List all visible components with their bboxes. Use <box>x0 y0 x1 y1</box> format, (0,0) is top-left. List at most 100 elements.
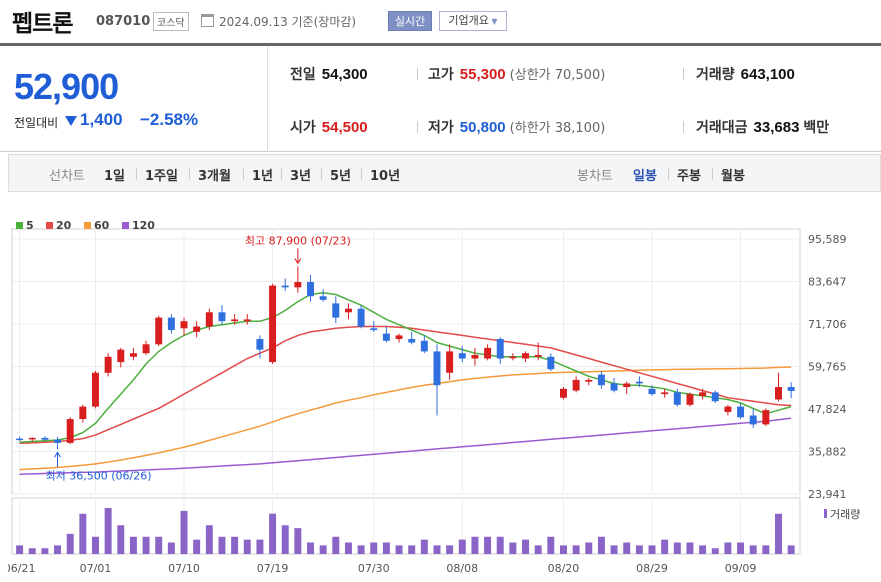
open-cell: 시가 54,500 <box>290 117 368 137</box>
candle-body <box>142 344 150 354</box>
candle-body <box>395 335 403 339</box>
high-label: 고가 <box>428 67 454 83</box>
open-value: 54,500 <box>321 119 368 136</box>
volume-bar <box>104 508 112 554</box>
tab-1y[interactable]: 1년 <box>252 165 273 184</box>
candle-body <box>433 351 441 386</box>
candle-body <box>117 349 125 363</box>
legend-label: 120 <box>132 219 155 232</box>
candle-body <box>724 406 732 412</box>
volume-bar <box>357 545 365 554</box>
calendar-icon <box>201 14 214 27</box>
volume-bar <box>572 545 580 554</box>
candle-body <box>623 383 631 388</box>
volume-bar <box>142 536 150 554</box>
ma-line-120 <box>19 417 792 475</box>
tab-3y[interactable]: 3년 <box>290 165 311 184</box>
candle-body <box>79 406 87 420</box>
high-annotation: 최고 87,900 (07/23) <box>245 234 351 247</box>
candle-body <box>66 419 74 443</box>
volume-bar <box>547 536 555 554</box>
y-tick-label: 59,765 <box>808 361 847 374</box>
volume-bar <box>193 539 201 554</box>
change-label: 전일대비 <box>14 116 59 130</box>
divider <box>417 68 418 80</box>
volume-bar <box>635 545 643 554</box>
volume-cell: 거래량 643,100 <box>696 64 795 84</box>
open-label: 시가 <box>290 120 316 136</box>
tab-5y[interactable]: 5년 <box>330 165 351 184</box>
candle-body <box>344 308 352 313</box>
company-overview-button[interactable]: 기업개요 ▼ <box>439 11 507 31</box>
volume-bar <box>458 539 466 554</box>
volume-bar <box>167 542 175 554</box>
candle-body <box>787 387 795 391</box>
divider <box>361 168 362 180</box>
candle-body <box>167 317 175 331</box>
prev-close-value: 54,300 <box>321 66 368 83</box>
tab-weekly[interactable]: 주봉 <box>677 165 701 184</box>
candle-body <box>648 388 656 395</box>
candle-body <box>269 285 277 363</box>
stock-code: 087010 <box>96 14 151 29</box>
y-tick-label: 95,589 <box>808 233 847 246</box>
volume-bar <box>673 542 681 554</box>
volume-bar <box>281 525 289 554</box>
x-tick-label: 07/10 <box>168 562 200 575</box>
candle-body <box>382 333 390 341</box>
realtime-button[interactable]: 실시간 <box>388 11 432 31</box>
divider <box>136 168 137 180</box>
legend-swatch <box>84 222 91 229</box>
volume-bar <box>307 542 314 554</box>
tab-monthly[interactable]: 월봉 <box>721 165 745 184</box>
low-annotation: 최저 36,500 (06/26) <box>46 469 152 482</box>
candle-body <box>92 372 99 407</box>
candlestick-chart: 23,941 35,882 47,824 59,765 71,706 83,647 95,5… <box>4 219 861 575</box>
candle-body <box>547 356 555 370</box>
candle-body <box>54 439 62 443</box>
candle-body <box>180 321 188 329</box>
amount-cell: 거래대금 33,683 백만 <box>696 117 829 137</box>
lower-limit: (하한가 38,100) <box>509 121 606 136</box>
x-tick-label: 09/09 <box>725 562 757 575</box>
low-cell: 저가 50,800 (하한가 38,100) <box>428 117 605 137</box>
volume-bar <box>54 545 62 554</box>
candle-body <box>496 338 504 359</box>
volume-bar <box>711 548 719 554</box>
upper-limit: (상한가 70,500) <box>509 68 606 83</box>
candle-body <box>218 312 226 322</box>
y-tick-label: 71,706 <box>808 318 847 331</box>
candle-body <box>256 338 264 350</box>
volume-bar <box>420 539 428 554</box>
divider <box>712 168 713 180</box>
stock-header: 펩트론 087010 코스닥 2024.09.13 기준(장마감) 실시간 기업… <box>0 0 881 44</box>
quote-panel: 52,900 전일대비 1,400 −2.58% 전일 54,300 고가 55,3… <box>0 46 881 152</box>
x-tick-label: 07/01 <box>80 562 112 575</box>
company-overview-label: 기업개요 <box>448 14 489 27</box>
y-tick-label: 23,941 <box>808 488 847 501</box>
low-value: 50,800 <box>459 119 506 136</box>
down-arrow-icon <box>65 116 77 126</box>
candle-body <box>332 303 340 318</box>
tab-3m[interactable]: 3개월 <box>198 165 231 184</box>
candle-body <box>41 437 49 440</box>
high-value: 55,300 <box>459 66 506 83</box>
tab-10y[interactable]: 10년 <box>370 165 400 184</box>
tab-1d[interactable]: 1일 <box>104 165 125 184</box>
volume-bar <box>28 548 36 554</box>
volume-bar <box>319 545 327 554</box>
volume-bar <box>623 542 631 554</box>
candle-body <box>408 338 416 343</box>
candle-body <box>749 415 757 425</box>
tab-1w[interactable]: 1주일 <box>145 165 178 184</box>
legend-swatch <box>16 222 23 229</box>
candle-body <box>294 282 302 288</box>
legend-swatch <box>46 222 53 229</box>
tab-daily[interactable]: 일봉 <box>633 165 657 184</box>
candle-body <box>661 392 669 395</box>
x-tick-label: 08/08 <box>446 562 478 575</box>
volume-bar <box>787 545 795 554</box>
candle-body <box>737 406 745 418</box>
volume-bar <box>509 542 517 554</box>
candle-body <box>509 356 517 359</box>
